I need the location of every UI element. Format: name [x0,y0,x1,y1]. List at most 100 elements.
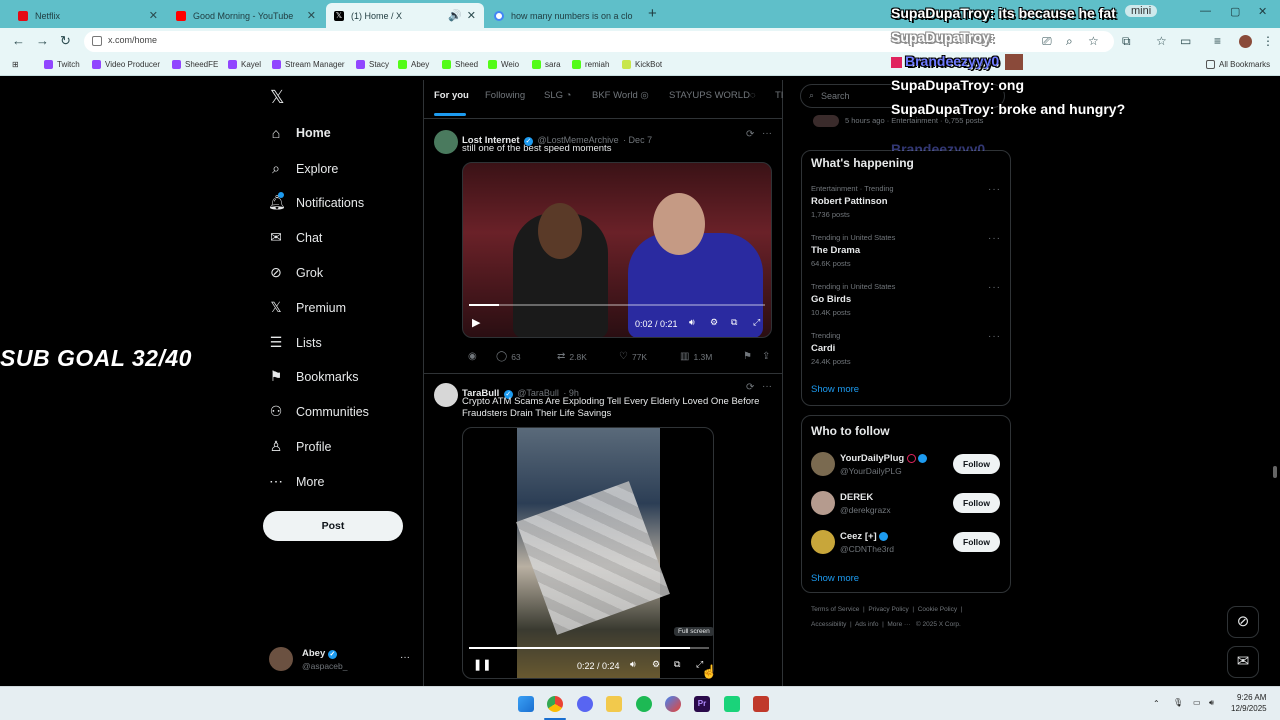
follow-avatar[interactable] [811,452,835,476]
menu-icon[interactable]: ⋮ [1262,34,1274,48]
ads-info-link[interactable]: Ads info [855,621,879,628]
site-info-icon[interactable] [92,36,102,46]
account-switcher[interactable]: Abey ✓ [302,648,337,659]
close-tab-icon[interactable]: ✕ [307,9,316,22]
tab-youtube[interactable]: Good Morning - YouTube ✕ [168,3,324,28]
bookmark-star-icon[interactable]: ☆ [1088,34,1099,48]
bookmark-kayel[interactable]: Kayel [228,60,261,69]
bookmark-twitch[interactable]: Twitch [44,60,80,69]
tab-netflix[interactable]: Netflix ✕ [10,3,166,28]
discord-icon[interactable] [577,696,593,712]
tab-slg[interactable]: SLG ◔ [544,90,571,101]
speaker-icon[interactable]: 🔊 [448,9,462,22]
trend-more-icon[interactable]: ··· [988,282,1001,293]
nav-premium[interactable]: 𝕏 Premium [268,299,346,316]
copilot-icon[interactable] [665,696,681,712]
minimize-button[interactable]: — [1200,5,1211,17]
settings-icon[interactable]: ⚙ [710,317,718,328]
bookmark-kickbot[interactable]: KickBot [622,60,662,69]
nav-home[interactable]: ⌂ Home [268,125,331,141]
play-icon[interactable]: ▶ [472,316,480,329]
tweet-video[interactable]: ❚❚ 0:22 / 0:24 🔊︎ ⚙ ⧉ ⤢ Full screen [462,427,714,679]
follow-button[interactable]: Follow [953,493,1000,513]
picture-in-picture-icon[interactable]: ⧉ [674,659,680,670]
tab-x-home[interactable]: 𝕏 (1) Home / X 🔊 ✕ [326,3,484,28]
network-icon[interactable]: ▭ [1193,698,1201,707]
nav-communities[interactable]: ⚇ Communities [268,403,369,420]
tab-for-you[interactable]: For you [434,90,469,101]
bookmark-weio[interactable]: Weio [488,60,519,69]
video-progress-track[interactable] [469,304,765,306]
show-more-trends-link[interactable]: Show more [811,384,859,395]
follow-avatar[interactable] [811,491,835,515]
picture-in-picture-icon[interactable]: ⧉ [731,317,737,328]
follow-name[interactable]: DEREK [840,492,873,503]
cookie-policy-link[interactable]: Cookie Policy [918,606,957,613]
bookmark-abey[interactable]: Abey [398,60,429,69]
chrome-icon[interactable] [547,696,563,712]
nav-profile[interactable]: ♙ Profile [268,438,332,455]
split-view-icon[interactable]: ▭ [1180,34,1191,48]
page-scrollbar[interactable] [1273,466,1277,478]
repost-button[interactable]: ⇄ 2.8K [557,351,587,362]
new-tab-button[interactable]: + [648,5,657,22]
trend-more-icon[interactable]: ··· [988,331,1001,342]
reply-button[interactable]: ◯ 63 [496,351,521,362]
install-icon[interactable]: ⎚ [1042,34,1052,49]
privacy-link[interactable]: Privacy Policy [868,606,908,613]
volume-icon[interactable]: 🔊︎ [630,659,636,670]
close-tab-icon[interactable]: ✕ [467,9,476,22]
x-logo-icon[interactable]: 𝕏 [270,87,285,108]
tray-overflow-icon[interactable]: ⌃ [1153,699,1160,708]
clock-time[interactable]: 9:26 AM [1237,693,1266,702]
settings-icon[interactable]: ⚙ [652,659,660,670]
bookmark-stream-manager[interactable]: Stream Manager [272,60,345,69]
grok-tweet-icon[interactable]: ⟳ [746,382,754,393]
trend-more-icon[interactable]: ··· [988,184,1001,195]
bookmark-sheedfe[interactable]: SheedFE [172,60,218,69]
nav-explore[interactable]: ⌕ Explore [268,160,338,177]
tab-overflow[interactable]: TI [775,90,783,101]
tab-following[interactable]: Following [485,90,525,101]
bookmark-video-producer[interactable]: Video Producer [92,60,160,69]
kick-app-icon[interactable] [724,696,740,712]
messages-fab-button[interactable]: ✉ [1227,646,1259,678]
account-avatar[interactable] [269,647,293,671]
bookmark-stacy[interactable]: Stacy [356,60,389,69]
profile-avatar[interactable] [1239,35,1252,48]
nav-more[interactable]: ⋯ More [268,473,324,490]
tweet-avatar[interactable] [434,383,458,407]
back-icon[interactable]: ← [12,33,25,48]
terms-link[interactable]: Terms of Service [811,606,859,613]
tweet-avatar[interactable] [434,130,458,154]
tweet-video[interactable]: ▶ 0:02 / 0:21 🔊︎ ⚙ ⧉ ⤢ [462,162,772,338]
pause-icon[interactable]: ❚❚ [473,658,491,671]
nav-grok[interactable]: ⊘ Grok [268,264,323,281]
follow-avatar[interactable] [811,530,835,554]
grok-fab-button[interactable]: ⊘ [1227,606,1259,638]
streamlabs-icon[interactable] [753,696,769,712]
show-more-follow-link[interactable]: Show more [811,573,859,584]
more-link[interactable]: More ··· [887,621,910,628]
all-bookmarks-folder[interactable]: All Bookmarks [1206,60,1270,69]
fullscreen-icon[interactable]: ⤢ [753,317,760,328]
tab-bkf-world[interactable]: BKF World ◎ [592,90,649,101]
account-menu-icon[interactable]: ··· [400,652,410,663]
windows-start-icon[interactable] [518,696,534,712]
trend-more-icon[interactable]: ··· [988,233,1001,244]
close-window-button[interactable]: ✕ [1258,5,1267,18]
analytics-button[interactable]: ◉ [468,351,481,362]
nav-bookmarks[interactable]: ⚑ Bookmarks [268,368,359,385]
tab-stayups-world[interactable]: STAYUPS WORLD◌ [669,90,756,101]
zoom-icon[interactable]: ⌕ [1066,34,1073,49]
reload-icon[interactable]: ↻ [60,33,71,49]
nav-lists[interactable]: ☰ Lists [268,334,322,351]
follow-name[interactable]: Ceez [+] [840,531,889,542]
tab-google-search[interactable]: how many numbers is on a clo [486,3,644,28]
bookmark-sheed[interactable]: Sheed [442,60,478,69]
bookmark-remiah[interactable]: remiah [572,60,609,69]
volume-icon[interactable]: 🔊︎ [1209,698,1214,708]
close-tab-icon[interactable]: ✕ [149,9,158,22]
post-button[interactable]: Post [263,511,403,541]
bookmark-sara[interactable]: sara [532,60,561,69]
